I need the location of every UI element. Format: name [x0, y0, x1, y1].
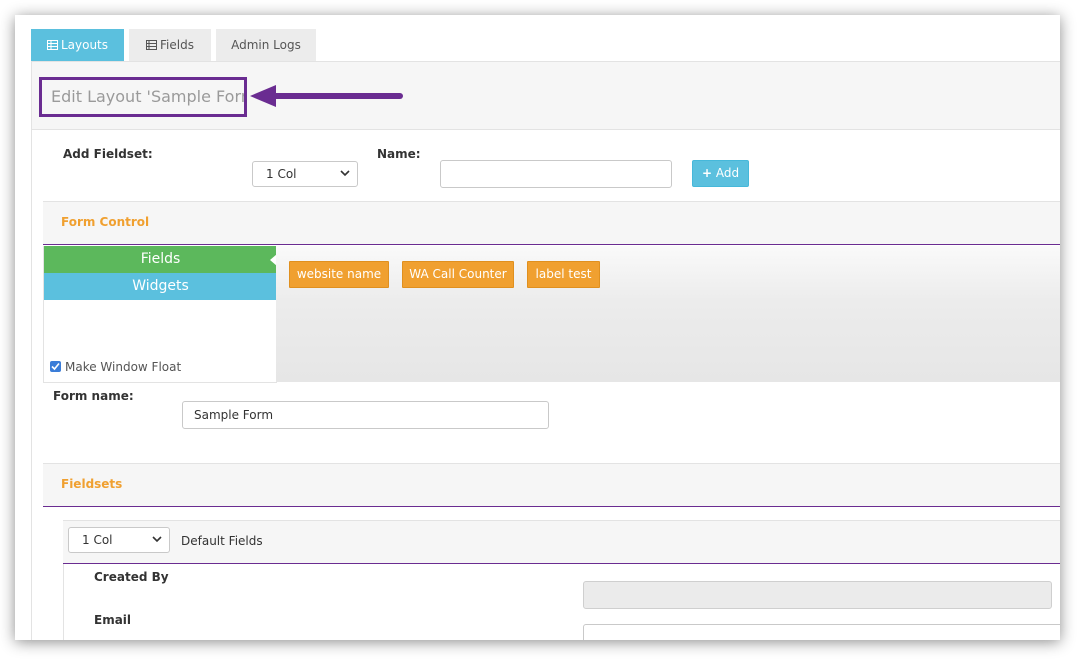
make-window-float-checkbox[interactable]: [50, 361, 61, 372]
fieldset-columns-select[interactable]: 1 Col: [252, 161, 358, 187]
created-by-field: [583, 581, 1052, 609]
tab-fields[interactable]: Fields: [129, 29, 211, 61]
form-control-header: Form Control: [43, 201, 1060, 245]
side-tab-widgets[interactable]: Widgets: [44, 273, 277, 300]
fieldset-name-input[interactable]: [440, 160, 672, 188]
add-fieldset-label: Add Fieldset:: [63, 147, 153, 161]
fieldsets-header: Fieldsets: [43, 463, 1060, 507]
field-chips-area: website name WA Call Counter label test: [276, 246, 1060, 382]
page-title: Edit Layout 'Sample Form': [39, 77, 247, 117]
annotation-arrow-icon: [250, 85, 403, 107]
fieldset-row: 1 Col Default Fields: [63, 520, 1060, 564]
chevron-down-icon: [152, 536, 162, 543]
field-chip[interactable]: label test: [527, 261, 600, 288]
side-tab-widgets-label: Widgets: [132, 278, 189, 294]
plus-icon: +: [701, 166, 712, 180]
tab-admin-logs[interactable]: Admin Logs: [216, 29, 316, 61]
main-panel: Edit Layout 'Sample Form' Add Fieldset: …: [31, 61, 1060, 640]
table-icon: [46, 40, 58, 50]
tab-layouts[interactable]: Layouts: [31, 29, 124, 61]
tab-fields-label: Fields: [160, 38, 194, 52]
checkmark-icon: [51, 362, 60, 371]
list-icon: [146, 40, 158, 50]
fieldset-name: Default Fields: [181, 534, 263, 548]
form-control-sidebar: Fields Widgets Make Window Float: [43, 246, 277, 383]
field-label-created-by: Created By: [94, 570, 169, 584]
tab-admin-logs-label: Admin Logs: [231, 38, 301, 52]
field-chip[interactable]: website name: [289, 261, 389, 288]
fieldset-columns-value: 1 Col: [266, 167, 297, 181]
tab-layouts-label: Layouts: [60, 38, 109, 52]
email-field[interactable]: [583, 624, 1060, 640]
form-control-heading: Form Control: [61, 215, 150, 229]
chevron-down-icon: [340, 170, 350, 177]
fieldsets-heading: Fieldsets: [61, 477, 123, 491]
add-fieldset-button[interactable]: + Add: [692, 160, 749, 187]
fieldset-row-columns-select[interactable]: 1 Col: [68, 527, 170, 553]
name-label: Name:: [377, 147, 421, 161]
form-name-input[interactable]: Sample Form: [182, 401, 549, 429]
make-window-float-label: Make Window Float: [65, 360, 182, 374]
field-label-email: Email: [94, 613, 132, 627]
side-tab-fields[interactable]: Fields: [44, 246, 277, 273]
title-bar: Edit Layout 'Sample Form': [32, 61, 1060, 130]
field-chip[interactable]: WA Call Counter: [402, 261, 514, 288]
form-name-label: Form name:: [53, 389, 134, 403]
make-window-float-option[interactable]: Make Window Float: [50, 360, 181, 374]
screenshot-frame: Layouts Fields Admin Logs Edit Layout 'S…: [15, 15, 1060, 640]
side-tab-fields-label: Fields: [140, 251, 181, 267]
fieldset-row-columns-value: 1 Col: [82, 533, 113, 547]
add-button-label: Add: [715, 166, 740, 180]
